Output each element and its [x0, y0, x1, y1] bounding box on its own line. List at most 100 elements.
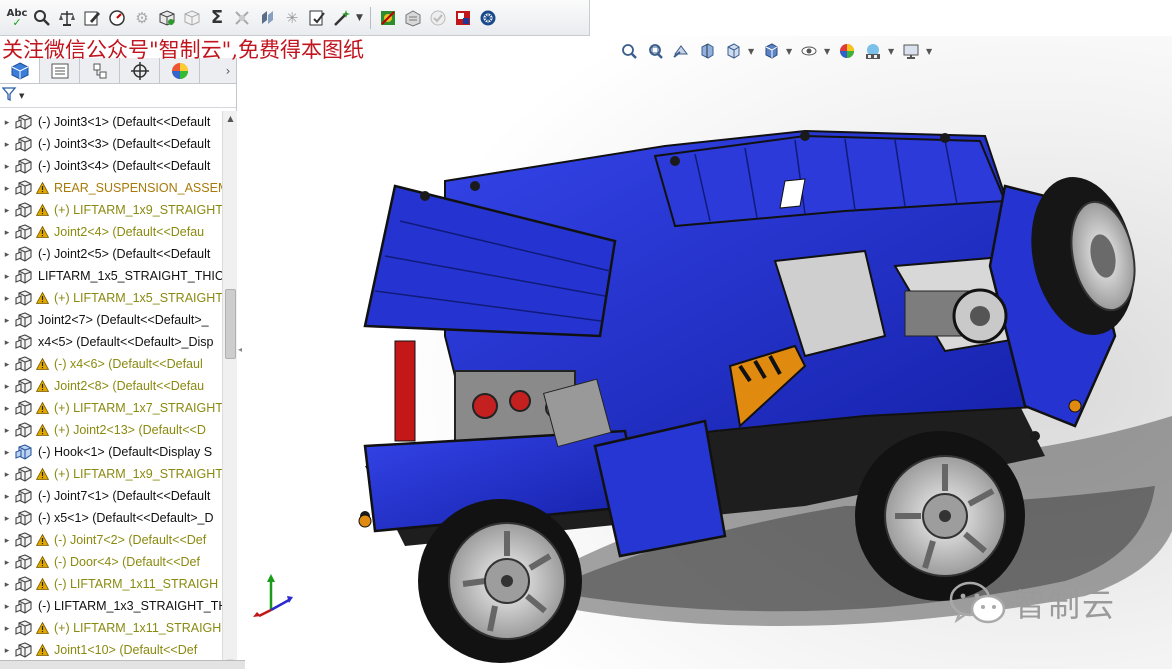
expand-arrow-icon[interactable]: ▸: [0, 403, 14, 414]
check-circle-icon[interactable]: [427, 7, 449, 29]
tree-row[interactable]: ▸ LIFTARM_1x5_STRAIGHT_THICK: [0, 265, 222, 287]
warning-icon: [34, 556, 50, 568]
chevron-down-icon[interactable]: ▼: [926, 47, 934, 56]
tree-row[interactable]: ▸ Joint2<4> (Default<<Defau: [0, 221, 222, 243]
expand-arrow-icon[interactable]: ▸: [0, 557, 14, 568]
tree-row[interactable]: ▸ (-) LIFTARM_1x11_STRAIGH: [0, 573, 222, 595]
expand-arrow-icon[interactable]: ▸: [0, 227, 14, 238]
scroll-up-arrow-icon[interactable]: ▲: [223, 111, 238, 125]
tree-row[interactable]: ▸ (-) Joint3<3> (Default<<Default: [0, 133, 222, 155]
expand-arrow-icon[interactable]: ▸: [0, 447, 14, 458]
appearance-icon[interactable]: [836, 40, 858, 62]
explode-icon[interactable]: ✳: [281, 7, 303, 29]
expand-arrow-icon[interactable]: ▸: [0, 623, 14, 634]
expand-arrow-icon[interactable]: ▸: [0, 645, 14, 656]
tree-row[interactable]: ▸ (-) Joint3<1> (Default<<Default: [0, 111, 222, 133]
previous-view-icon[interactable]: [670, 40, 692, 62]
balance-icon[interactable]: [56, 7, 78, 29]
tree-row[interactable]: ▸ (-) LIFTARM_1x3_STRAIGHT_THI: [0, 595, 222, 617]
cube-icon[interactable]: [156, 7, 178, 29]
spell-check-icon[interactable]: Abc ✓: [6, 7, 28, 29]
component-icon[interactable]: [377, 7, 399, 29]
expand-arrow-icon[interactable]: ▸: [0, 469, 14, 480]
tree-row[interactable]: ▸ (+) LIFTARM_1x11_STRAIGH: [0, 617, 222, 639]
splitter-grip-icon[interactable]: ◂: [238, 345, 242, 354]
tree-row[interactable]: ▸ (-) Joint7<1> (Default<<Default: [0, 485, 222, 507]
component-icon: [14, 289, 34, 307]
expand-arrow-icon[interactable]: ▸: [0, 337, 14, 348]
chevron-down-icon[interactable]: ▼: [748, 47, 756, 56]
tree-row[interactable]: ▸ Joint2<7> (Default<<Default>_: [0, 309, 222, 331]
graphics-area[interactable]: ▼ ▼ ▼ ▼ ▼: [245, 36, 1172, 669]
expand-arrow-icon[interactable]: ▸: [0, 293, 14, 304]
expand-arrow-icon[interactable]: ▸: [0, 117, 14, 128]
zoom-to-fit-icon[interactable]: [618, 40, 640, 62]
warning-icon: [34, 622, 50, 634]
tree-row[interactable]: ▸ (-) Door<4> (Default<<Def: [0, 551, 222, 573]
expand-arrow-icon[interactable]: ▸: [0, 315, 14, 326]
tree-row[interactable]: ▸ (-) Joint7<2> (Default<<Def: [0, 529, 222, 551]
scene-icon[interactable]: [862, 40, 884, 62]
filter-icon[interactable]: [1, 86, 18, 105]
chevron-down-icon[interactable]: ▼: [786, 47, 794, 56]
edit-icon[interactable]: [81, 7, 103, 29]
expand-arrow-icon[interactable]: ▸: [0, 271, 14, 282]
expand-arrow-icon[interactable]: ▸: [0, 249, 14, 260]
expand-arrow-icon[interactable]: ▸: [0, 183, 14, 194]
expand-arrow-icon[interactable]: ▸: [0, 205, 14, 216]
dial-icon[interactable]: [106, 7, 128, 29]
hide-show-icon[interactable]: [798, 40, 820, 62]
tree-row-prefix: (-): [38, 599, 51, 613]
sigma-icon[interactable]: Σ: [206, 7, 228, 29]
tree-row[interactable]: ▸ x4<5> (Default<<Default>_Disp: [0, 331, 222, 353]
checklist-icon[interactable]: [306, 7, 328, 29]
monitor-icon[interactable]: [900, 40, 922, 62]
tree-scrollbar[interactable]: ▲ ▼: [222, 111, 237, 669]
expand-arrow-icon[interactable]: ▸: [0, 139, 14, 150]
panel-splitter[interactable]: [237, 58, 245, 669]
model-render: [245, 36, 1172, 669]
wheel-icon[interactable]: [477, 7, 499, 29]
view-orientation-icon[interactable]: [722, 40, 744, 62]
rotate-icon[interactable]: [256, 7, 278, 29]
gear-icon[interactable]: ⚙: [131, 7, 153, 29]
chevron-down-icon[interactable]: ▼: [824, 47, 832, 56]
tree-row[interactable]: ▸ (-) x5<1> (Default<<Default>_D: [0, 507, 222, 529]
scroll-thumb[interactable]: [225, 289, 236, 359]
expand-arrow-icon[interactable]: ▸: [0, 381, 14, 392]
expand-arrow-icon[interactable]: ▸: [0, 535, 14, 546]
tree-row[interactable]: ▸ Joint2<8> (Default<<Defau: [0, 375, 222, 397]
flag-icon[interactable]: [452, 7, 474, 29]
cube-outline-icon[interactable]: [181, 7, 203, 29]
expand-arrow-icon[interactable]: ▸: [0, 161, 14, 172]
mate-icon[interactable]: [231, 7, 253, 29]
chevron-down-icon[interactable]: ▼: [19, 92, 24, 100]
tree-row[interactable]: ▸ (+) LIFTARM_1x5_STRAIGHT: [0, 287, 222, 309]
tree-row[interactable]: ▸ (+) LIFTARM_1x7_STRAIGHT: [0, 397, 222, 419]
tree-row[interactable]: ▸ (-) Joint2<5> (Default<<Default: [0, 243, 222, 265]
expand-arrow-icon[interactable]: ▸: [0, 359, 14, 370]
toolbox-icon[interactable]: [402, 7, 424, 29]
tree-row[interactable]: ▸ (-) Hook<1> (Default<Display S: [0, 441, 222, 463]
zoom-area-icon[interactable]: [644, 40, 666, 62]
tree-row[interactable]: ▸ (+) Joint2<13> (Default<<D: [0, 419, 222, 441]
chevron-down-icon[interactable]: ▼: [888, 47, 896, 56]
tree-row[interactable]: ▸ (+) LIFTARM_1x9_STRAIGHT: [0, 463, 222, 485]
wand-icon[interactable]: [331, 7, 353, 29]
expand-arrow-icon[interactable]: ▸: [0, 601, 14, 612]
expand-arrow-icon[interactable]: ▸: [0, 579, 14, 590]
chevron-down-icon[interactable]: ▼: [356, 13, 364, 23]
expand-arrow-icon[interactable]: ▸: [0, 425, 14, 436]
tree-row[interactable]: ▸ (-) x4<6> (Default<<Defaul: [0, 353, 222, 375]
find-icon[interactable]: [31, 7, 53, 29]
section-view-icon[interactable]: [696, 40, 718, 62]
tree-row[interactable]: ▸ Joint1<10> (Default<<Def: [0, 639, 222, 661]
tree-row[interactable]: ▸ (+) LIFTARM_1x9_STRAIGHT: [0, 199, 222, 221]
display-style-icon[interactable]: [760, 40, 782, 62]
tree-row[interactable]: ▸ (-) Joint3<4> (Default<<Default: [0, 155, 222, 177]
toolbar-divider: [370, 6, 371, 29]
expand-arrow-icon[interactable]: ▸: [0, 491, 14, 502]
tree-row[interactable]: ▸ REAR_SUSPENSION_ASSEM: [0, 177, 222, 199]
expand-arrow-icon[interactable]: ▸: [0, 513, 14, 524]
tree-row-suffix: (Default<<Default>_: [96, 313, 209, 327]
